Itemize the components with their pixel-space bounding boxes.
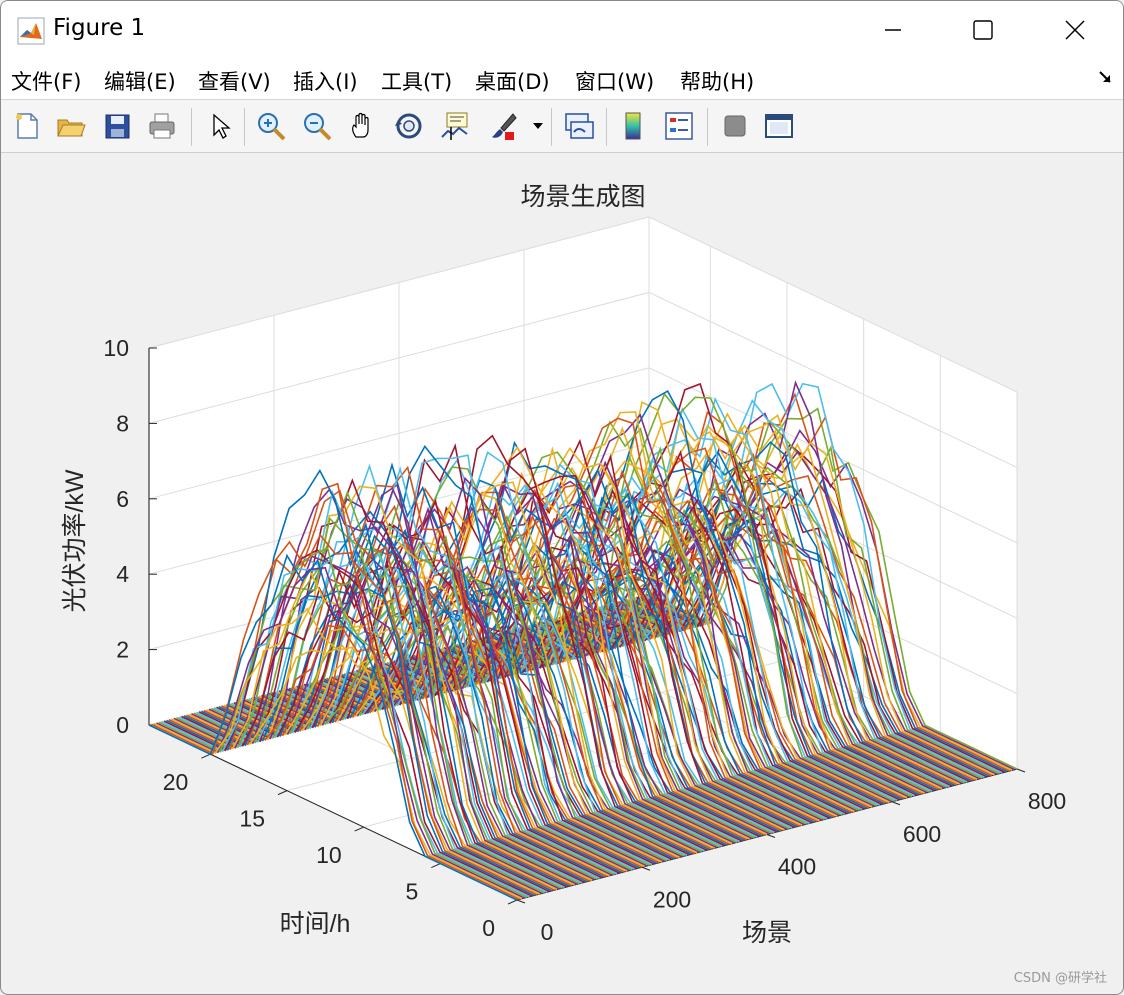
- hide-plot-tools-button[interactable]: [717, 108, 753, 144]
- menu-desktop[interactable]: 桌面(D): [475, 66, 550, 96]
- new-figure-button[interactable]: [9, 108, 45, 144]
- z-tick-label: 10: [103, 335, 129, 361]
- z-tick-label: 2: [116, 637, 129, 663]
- menu-bar: 文件(F) 编辑(E) 查看(V) 插入(I) 工具(T) 桌面(D) 窗口(W…: [1, 59, 1123, 100]
- show-plot-tools-button[interactable]: [761, 108, 797, 144]
- z-tick-label: 4: [116, 561, 129, 587]
- open-file-button[interactable]: [53, 108, 89, 144]
- x-tick-label: 600: [903, 821, 941, 847]
- axes-3d[interactable]: 0200400600800051015200246810场景生成图场景时间/h光…: [1, 153, 1123, 994]
- y-tick: [201, 753, 211, 759]
- y-tick: [277, 790, 288, 796]
- y-tick-label: 10: [316, 842, 342, 868]
- x-tick-label: 200: [653, 886, 691, 912]
- figure-toolbar: [1, 100, 1123, 153]
- rotate-3d-button[interactable]: [391, 108, 427, 144]
- x-tick: [766, 834, 776, 838]
- close-button[interactable]: [1029, 1, 1121, 59]
- x-axis-label: 场景: [742, 919, 792, 947]
- x-tick-label: 0: [541, 919, 554, 945]
- rotate-3d-icon: [395, 113, 422, 139]
- dock-arrow-icon[interactable]: [1097, 69, 1113, 85]
- z-tick-label: 8: [116, 410, 129, 436]
- hide-plot-tools-icon: [724, 115, 746, 137]
- x-tick: [891, 801, 901, 806]
- maximize-icon: [973, 20, 993, 40]
- figure-window: Figure 1 文件(F) 编辑(E) 查看(V) 插入(I) 工具(T) 桌…: [0, 0, 1124, 995]
- legend-button[interactable]: [661, 108, 697, 144]
- z-tick-label: 0: [116, 712, 129, 738]
- menu-file[interactable]: 文件(F): [11, 66, 81, 96]
- y-tick: [431, 863, 441, 868]
- y-tick-label: 15: [239, 806, 265, 832]
- minimize-button[interactable]: [847, 1, 939, 59]
- save-button[interactable]: [99, 108, 135, 144]
- data-cursor-button[interactable]: [437, 108, 473, 144]
- brush-dropdown-button[interactable]: [527, 108, 549, 144]
- link-plot-icon: [565, 113, 594, 139]
- print-icon: [149, 113, 175, 139]
- x-tick: [641, 866, 651, 871]
- brush-button[interactable]: [485, 108, 521, 144]
- plot-area[interactable]: 0 200 400 600 800 0 5 10 15 20 0 2 4 6 8 10 场景生成图 场景 时间/h 光…: [1, 153, 1123, 994]
- menu-insert[interactable]: 插入(I): [293, 66, 358, 96]
- menu-view[interactable]: 查看(V): [198, 66, 271, 96]
- z-tick-label: 6: [116, 486, 129, 512]
- y-tick-label: 5: [406, 879, 419, 905]
- pan-icon: [352, 112, 369, 138]
- colorbar-icon: [625, 112, 641, 140]
- zoom-in-icon: [258, 113, 286, 141]
- show-plot-tools-icon: [765, 114, 793, 138]
- x-tick-label: 800: [1028, 788, 1066, 814]
- x-tick: [1016, 768, 1026, 773]
- edit-plot-icon: [213, 113, 231, 139]
- watermark: CSDN @研学社: [1013, 971, 1107, 986]
- brush-icon: [492, 113, 517, 140]
- save-icon: [105, 114, 130, 139]
- zoom-in-button[interactable]: [253, 108, 289, 144]
- link-plot-button[interactable]: [561, 108, 597, 144]
- colorbar-button[interactable]: [615, 108, 651, 144]
- x-tick: [516, 899, 526, 904]
- new-figure-icon: [16, 113, 38, 139]
- open-file-icon: [57, 119, 86, 137]
- pan-button[interactable]: [345, 108, 381, 144]
- zoom-out-icon: [304, 113, 332, 141]
- y-tick-label: 20: [163, 769, 189, 795]
- y-tick: [354, 826, 364, 832]
- legend-icon: [665, 112, 693, 140]
- menu-tools[interactable]: 工具(T): [381, 66, 452, 96]
- x-tick-label: 400: [778, 854, 816, 880]
- menu-edit[interactable]: 编辑(E): [104, 66, 176, 96]
- z-axis-label: 光伏功率/kW: [61, 469, 89, 612]
- window-title: Figure 1: [53, 15, 146, 41]
- maximize-button[interactable]: [937, 1, 1029, 59]
- brush-dropdown-icon: [533, 123, 543, 129]
- y-axis-label: 时间/h: [280, 910, 351, 938]
- matlab-icon: [17, 17, 45, 45]
- close-icon: [1065, 20, 1085, 40]
- zoom-out-button[interactable]: [299, 108, 335, 144]
- y-tick-label: 0: [482, 915, 495, 941]
- menu-help[interactable]: 帮助(H): [680, 66, 754, 96]
- minimize-icon: [885, 29, 901, 31]
- menu-window[interactable]: 窗口(W): [575, 66, 654, 96]
- y-tick: [507, 899, 518, 905]
- title-bar[interactable]: Figure 1: [1, 1, 1123, 59]
- data-cursor-icon: [441, 112, 468, 140]
- chart-title: 场景生成图: [520, 183, 645, 211]
- print-button[interactable]: [144, 108, 180, 144]
- edit-plot-button[interactable]: [201, 108, 237, 144]
